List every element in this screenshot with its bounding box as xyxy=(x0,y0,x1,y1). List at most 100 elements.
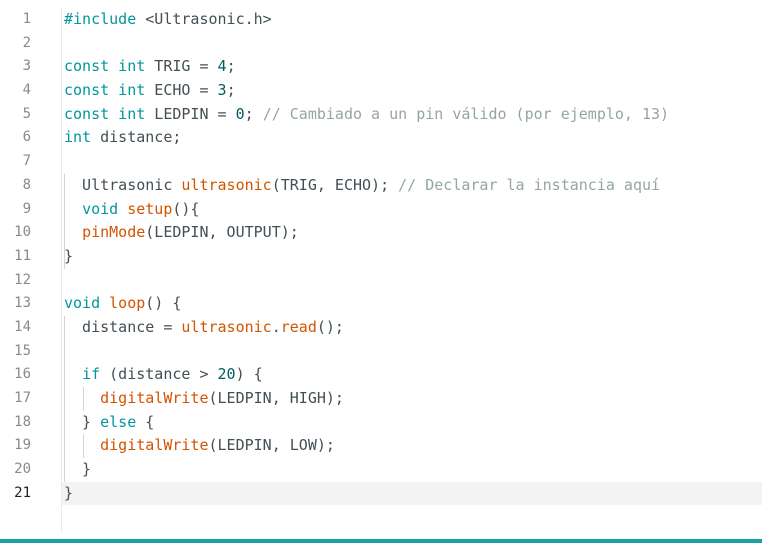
code-text[interactable]: distance = ultrasonic.read(); xyxy=(64,316,344,340)
code-line[interactable]: 7 xyxy=(0,150,762,174)
code-token: digitalWrite xyxy=(100,436,209,455)
code-line[interactable]: 12 xyxy=(0,269,762,293)
code-token: () { xyxy=(145,294,182,313)
code-line[interactable]: 10 pinMode(LEDPIN, OUTPUT); xyxy=(0,221,762,245)
line-number: 13 xyxy=(14,295,31,312)
code-line[interactable]: 4 const int ECHO = 3; xyxy=(0,79,762,103)
code-token: const int xyxy=(64,104,146,123)
code-text[interactable]: } xyxy=(64,245,73,269)
code-token: (); xyxy=(316,317,344,336)
code-token: (LEDPIN, HIGH); xyxy=(208,389,344,407)
code-token: int xyxy=(64,128,92,147)
code-token: Ultrasonic xyxy=(64,175,182,194)
code-token: } xyxy=(64,246,74,265)
code-token: ECHO = xyxy=(145,81,218,100)
code-text[interactable]: digitalWrite(LEDPIN, HIGH); xyxy=(64,387,344,411)
line-number: 8 xyxy=(22,176,31,193)
code-token: #include xyxy=(64,10,137,28)
line-number: 3 xyxy=(22,58,31,75)
code-token: const int xyxy=(64,57,146,76)
indent-guide xyxy=(64,387,65,411)
indent-guide xyxy=(64,363,65,387)
code-text[interactable]: void loop() { xyxy=(64,292,181,316)
code-line[interactable]: 2 xyxy=(0,32,762,56)
code-text[interactable]: const int LEDPIN = 0; // Cambiado a un p… xyxy=(64,103,669,127)
code-line[interactable]: 16 if (distance > 20) { xyxy=(0,363,762,387)
code-line[interactable]: 8 Ultrasonic ultrasonic(TRIG, ECHO); // … xyxy=(0,173,762,198)
code-text[interactable]: } xyxy=(64,458,91,482)
code-line[interactable]: 17 digitalWrite(LEDPIN, HIGH); xyxy=(0,387,762,411)
code-area[interactable]: 1 #include <Ultrasonic.h> 2 3 const int TRIG… xyxy=(0,8,762,506)
code-token: (LEDPIN, LOW); xyxy=(208,436,335,455)
line-number: 2 xyxy=(22,34,31,51)
code-token: ; xyxy=(244,104,263,123)
code-token: read xyxy=(280,317,317,336)
code-token: (TRIG, ECHO); xyxy=(271,175,399,194)
code-token: (){ xyxy=(172,199,200,218)
code-text[interactable]: void setup(){ xyxy=(64,198,199,222)
code-token: } xyxy=(64,460,92,479)
code-text[interactable]: int distance; xyxy=(64,126,181,150)
code-text[interactable]: const int ECHO = 3; xyxy=(64,79,236,103)
code-token: ; xyxy=(226,57,236,76)
code-text[interactable]: digitalWrite(LEDPIN, LOW); xyxy=(64,434,335,458)
indent-guide xyxy=(64,458,65,482)
indent-guide xyxy=(64,315,65,340)
code-token: digitalWrite xyxy=(100,389,209,407)
line-number: 20 xyxy=(14,461,31,478)
line-number: 1 xyxy=(22,11,31,27)
code-token: pinMode xyxy=(82,223,146,242)
code-line[interactable]: 19 digitalWrite(LEDPIN, LOW); xyxy=(0,434,762,459)
code-text[interactable]: const int TRIG = 4; xyxy=(64,55,236,79)
line-number: 7 xyxy=(22,153,31,170)
code-text[interactable]: pinMode(LEDPIN, OUTPUT); xyxy=(64,221,299,245)
code-line[interactable]: 3 const int TRIG = 4; xyxy=(0,55,762,79)
code-line[interactable]: 11} xyxy=(0,244,762,269)
code-text[interactable]: } else { xyxy=(64,411,154,435)
code-line[interactable]: 15 xyxy=(0,339,762,364)
code-line[interactable]: 1 #include <Ultrasonic.h> xyxy=(0,8,762,32)
line-number: 5 xyxy=(22,105,31,122)
line-number: 10 xyxy=(14,224,31,241)
code-token: void xyxy=(82,199,119,218)
code-line[interactable]: 6 int distance; xyxy=(0,126,762,150)
indent-guide xyxy=(64,434,65,459)
code-token: ) { xyxy=(235,365,263,384)
line-number: 21 xyxy=(14,484,31,501)
code-line[interactable]: 21} xyxy=(0,481,762,506)
code-line[interactable]: 18 } else { xyxy=(0,410,762,435)
code-token: 0 xyxy=(235,104,245,123)
line-number: 6 xyxy=(22,129,31,146)
code-text[interactable]: Ultrasonic ultrasonic(TRIG, ECHO); // De… xyxy=(64,174,660,198)
code-line[interactable]: 13 void loop() { xyxy=(0,292,762,316)
code-line[interactable]: 20 } xyxy=(0,458,762,482)
line-number: 12 xyxy=(14,271,31,288)
code-token: LEDPIN = xyxy=(145,104,236,123)
code-line[interactable]: 14 distance = ultrasonic.read(); xyxy=(0,315,762,340)
code-token: loop xyxy=(109,294,146,313)
code-text[interactable]: } xyxy=(64,482,73,506)
code-editor[interactable]: 1 #include <Ultrasonic.h> 2 3 const int TRIG… xyxy=(0,0,762,543)
code-token: (distance > xyxy=(100,365,218,384)
indent-guide xyxy=(64,244,65,269)
line-number: 18 xyxy=(14,413,31,430)
line-number: 4 xyxy=(22,82,31,99)
status-bar xyxy=(0,539,762,543)
line-number: 16 xyxy=(14,366,31,383)
code-token: } xyxy=(64,412,101,431)
code-token: { xyxy=(136,412,155,431)
code-text[interactable]: if (distance > 20) { xyxy=(64,363,263,387)
code-token: // Declarar la instancia aquí xyxy=(398,175,661,194)
code-token: TRIG = xyxy=(145,57,218,76)
indent-guide xyxy=(83,387,84,411)
code-token: if xyxy=(82,365,101,384)
code-line[interactable]: 9 void setup(){ xyxy=(0,197,762,222)
code-token: } xyxy=(64,483,74,502)
code-line[interactable]: 5 const int LEDPIN = 0; // Cambiado a un … xyxy=(0,103,762,127)
code-token: const int xyxy=(64,81,146,100)
code-text[interactable]: #include <Ultrasonic.h> xyxy=(64,8,272,32)
code-token: distance; xyxy=(91,128,182,147)
